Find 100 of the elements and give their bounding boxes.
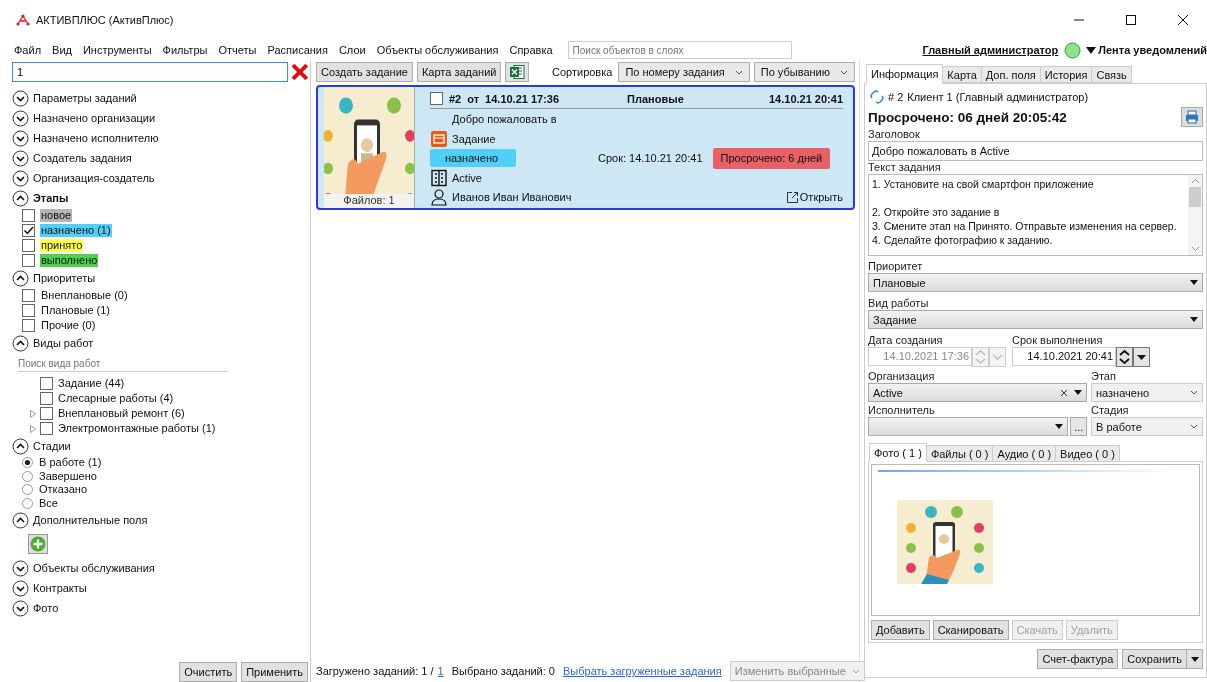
print-button[interactable] (1181, 107, 1203, 127)
work-type-search-field[interactable]: Поиск вида работ (18, 355, 228, 372)
tab[interactable]: Карта (942, 66, 982, 83)
tab[interactable]: Информация (866, 64, 944, 84)
radio-button[interactable] (22, 484, 33, 496)
save-button[interactable]: Сохранить (1122, 649, 1187, 669)
invoice-button[interactable]: Счет-фактура (1037, 649, 1119, 669)
phone-illustration[interactable] (897, 500, 993, 584)
checkbox[interactable] (22, 224, 35, 237)
option-label: Все (38, 496, 59, 510)
menu-item[interactable]: Справка (509, 44, 553, 56)
filter-button[interactable]: Применить (241, 662, 308, 682)
section-header[interactable]: Создатель задания (12, 148, 310, 168)
menu-item[interactable]: Вид (52, 44, 72, 56)
checkbox[interactable] (22, 289, 35, 302)
text-line: 1. Установите на свой смартфон приложение (872, 177, 1095, 191)
organization-dropdown[interactable]: Active (868, 383, 1087, 402)
clear-icon[interactable] (290, 62, 310, 82)
expand-arrow-icon[interactable] (30, 424, 36, 433)
task-text-field[interactable]: 1. Установите на свой смартфон приложение 2. Откройте это задание в 3. Смените этап на Принято. Отправьте изменения на сервер. 4. Сделайте фотографию к заданию. (868, 174, 1203, 256)
caret-icon[interactable] (1133, 346, 1150, 367)
scroll-thumb[interactable] (1189, 187, 1201, 207)
menu-item[interactable]: Расписания (267, 44, 328, 56)
checkbox[interactable] (40, 392, 53, 405)
section-header[interactable]: Параметры заданий (12, 88, 310, 108)
menu-item[interactable]: Инструменты (82, 44, 152, 56)
section-header[interactable]: Назначено организации (12, 108, 310, 128)
save-options-button[interactable] (1187, 649, 1203, 669)
menu-item[interactable]: Объекты обслуживания (376, 44, 499, 56)
field-label: Текст задания (868, 161, 942, 174)
tab[interactable]: История (1039, 66, 1093, 83)
chevron-icon (734, 69, 743, 75)
checkbox[interactable] (40, 407, 53, 420)
browse-button[interactable]: ... (1070, 417, 1087, 436)
checkbox[interactable] (22, 254, 35, 267)
filter-search-field[interactable]: 1 (12, 62, 289, 82)
section-header[interactable]: Этапы (12, 188, 310, 208)
tab[interactable]: Связь (1091, 66, 1132, 83)
close-icon[interactable] (1177, 14, 1189, 26)
media-tab[interactable]: Фото ( 1 ) (869, 443, 927, 462)
phase-dropdown[interactable]: В работе (1091, 417, 1203, 436)
section-header[interactable]: Приоритеты (12, 268, 310, 288)
checkbox[interactable] (40, 422, 53, 435)
spreadsheet-icon (509, 64, 526, 80)
clear-icon[interactable] (1060, 388, 1068, 397)
sort-order-dropdown[interactable]: По убыванию (753, 62, 855, 82)
section-header[interactable]: Виды работ (12, 333, 310, 353)
maximize-icon[interactable] (1125, 14, 1137, 26)
section-header[interactable]: Стадии (12, 436, 310, 456)
checkbox[interactable] (22, 304, 35, 317)
section-header[interactable]: Объекты обслуживания (12, 558, 310, 578)
excel-export-button[interactable] (505, 62, 530, 82)
work-type-dropdown[interactable]: Задание (868, 310, 1203, 329)
due-date-field[interactable]: 14.10.2021 20:41 (1012, 347, 1116, 366)
scroll-up-icon[interactable] (1190, 178, 1200, 184)
section-header[interactable]: Назначено исполнителю (12, 128, 310, 148)
checkbox[interactable] (22, 319, 35, 332)
option-label: Завершено (38, 469, 98, 483)
scrollbar[interactable] (1188, 175, 1202, 255)
menu-item[interactable]: Фильтры (162, 44, 208, 56)
expand-icon (12, 599, 29, 617)
media-button[interactable]: Сканировать (932, 620, 1009, 640)
scroll-down-icon[interactable] (1190, 246, 1200, 252)
menu-item[interactable]: Слои (338, 44, 366, 56)
menu-item[interactable]: Файл (14, 44, 42, 56)
task-card[interactable]: Файлов: 1 #2 от 14.10.21 17:36 Плановые 14.10.21 20:41 Добро пожаловать в Задание назначено Срок: 14.10.21 20:41 Просрочено: 6 дней Active Иванов Иван Иванович Открыть (316, 85, 855, 210)
loaded-link[interactable]: 1 (437, 665, 444, 677)
add-field-button[interactable] (28, 534, 48, 554)
checkbox[interactable] (40, 377, 53, 390)
menu-item[interactable]: Отчеты (218, 44, 257, 56)
section-header[interactable]: Контракты (12, 578, 310, 598)
checkbox[interactable] (22, 239, 35, 252)
radio-button[interactable] (22, 457, 33, 469)
title-field[interactable]: Добро пожаловать в Active (868, 141, 1203, 161)
select-loaded-link[interactable]: Выбрать загруженные задания (563, 665, 722, 677)
open-link[interactable]: Открыть (785, 190, 843, 204)
checkbox[interactable] (22, 209, 35, 222)
chevron-icon (1190, 390, 1198, 395)
media-button[interactable]: Добавить (871, 620, 930, 640)
layer-search-field[interactable]: Поиск объектов в слоях (567, 41, 792, 59)
user-link[interactable]: Главный администратор (922, 44, 1059, 56)
priority-dropdown[interactable]: Плановые (868, 273, 1203, 292)
toolbar-button[interactable]: Карта заданий (416, 62, 502, 82)
tab[interactable]: Доп. поля (980, 66, 1041, 83)
expand-arrow-icon[interactable] (30, 409, 36, 418)
expand-icon (12, 169, 29, 187)
sort-by-dropdown[interactable]: По номеру задания (618, 62, 750, 82)
notifications-button[interactable]: Лента уведомлений (1086, 44, 1207, 56)
spinner-icon[interactable] (1116, 346, 1133, 367)
radio-button[interactable] (22, 497, 33, 509)
section-header[interactable]: Организация-создатель (12, 168, 310, 188)
checkbox[interactable] (430, 92, 443, 106)
created-date-field[interactable]: 14.10.2021 17:36 (868, 347, 972, 366)
section-header[interactable]: Дополнительные поля (12, 510, 310, 530)
toolbar-button[interactable]: Создать задание (316, 62, 413, 82)
radio-button[interactable] (22, 470, 33, 482)
option-label: Плановые (1) (40, 304, 111, 317)
filter-button[interactable]: Очистить (179, 662, 238, 682)
stage-dropdown[interactable]: назначено (1091, 383, 1203, 402)
section-header[interactable]: Фото (12, 598, 310, 618)
